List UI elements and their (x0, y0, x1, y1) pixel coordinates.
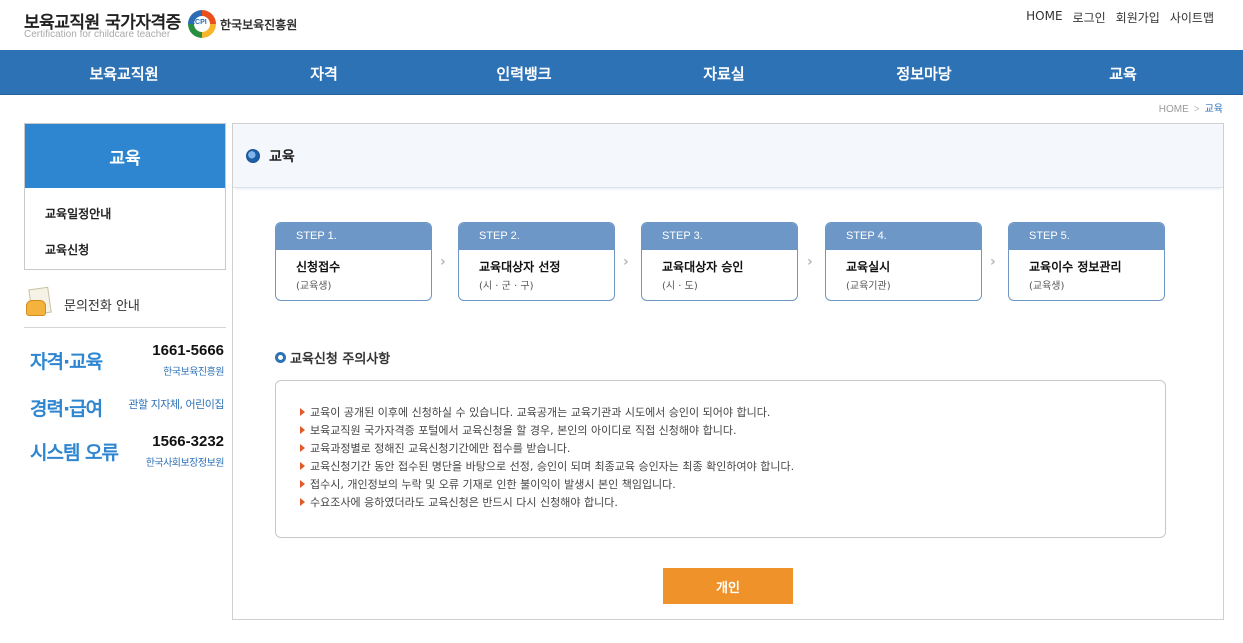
org-name: 한국보육진흥원 (220, 17, 298, 32)
notice-item: 교육신청기간 동안 접수된 명단을 바탕으로 선정, 승인이 되며 최종교육 승… (300, 457, 1165, 475)
step-card: STEP 1. 신청접수 (교육생) (275, 222, 432, 301)
util-link-login[interactable]: 로그인 (1073, 9, 1106, 26)
util-link-home[interactable]: HOME (1026, 9, 1062, 26)
step-name: 교육이수 정보관리 (1029, 260, 1122, 274)
breadcrumb-separator: > (1193, 104, 1200, 115)
contact-phone: 1566-3232 (152, 433, 224, 450)
contact-header: 문의전화 안내 (24, 286, 226, 328)
notice-text: 교육이 공개된 이후에 신청하실 수 있습니다. 교육공개는 교육기관과 시도에… (310, 406, 771, 419)
nav-item-qualification[interactable]: 자격 (310, 63, 338, 84)
notice-text: 교육과정별로 정해진 교육신청기간에만 접수를 받습니다. (310, 442, 571, 455)
contact-row-system: 시스템 오류 1566-3232 한국사회보장정보원 (30, 433, 226, 473)
contact-note: 관할 지자체, 어린이집 (128, 398, 224, 411)
step-name: 신청접수 (296, 260, 341, 274)
nav-item-info[interactable]: 정보마당 (896, 63, 951, 84)
step-actor: (교육기관) (846, 281, 891, 292)
breadcrumb-home[interactable]: HOME (1159, 104, 1189, 115)
notice-heading: 교육신청 주의사항 (275, 348, 390, 367)
notice-box: 교육이 공개된 이후에 신청하실 수 있습니다. 교육공개는 교육기관과 시도에… (275, 380, 1166, 538)
step-card: STEP 4. 교육실시 (교육기관) (825, 222, 982, 301)
main-nav: 보육교직원 자격 인력뱅크 자료실 정보마당 교육 (0, 50, 1243, 95)
process-steps: STEP 1. 신청접수 (교육생) › STEP 2. 교육대상자 선정 (시… (275, 222, 1167, 302)
notice-heading-text: 교육신청 주의사항 (290, 352, 391, 367)
notice-item: 교육과정별로 정해진 교육신청기간에만 접수를 받습니다. (300, 439, 1165, 457)
step-number: STEP 3. (642, 223, 797, 250)
kcpi-emblem-icon: KCPI (188, 10, 216, 38)
util-link-sitemap[interactable]: 사이트맵 (1170, 9, 1214, 26)
chevron-right-icon: › (990, 254, 996, 270)
step-name: 교육대상자 선정 (479, 260, 561, 274)
notice-item: 보육교직원 국가자격증 포털에서 교육신청을 할 경우, 본인의 아이디로 직접… (300, 421, 1165, 439)
contact-org: 한국사회보장정보원 (145, 458, 225, 469)
contact-row-qualification: 자격·교육 1661-5666 한국보육진흥원 (30, 342, 226, 382)
site-logo-subtitle: Certification for childcare teacher (24, 29, 171, 40)
org-emblem-text: KCPI (190, 19, 207, 26)
sidebar-item-schedule[interactable]: 교육일정안내 (25, 194, 225, 230)
triangle-bullet-icon (300, 498, 305, 506)
notice-text: 수요조사에 응하였더라도 교육신청은 반드시 다시 신청해야 합니다. (310, 496, 618, 509)
step-number: STEP 1. (276, 223, 431, 250)
notice-text: 보육교직원 국가자격증 포털에서 교육신청을 할 경우, 본인의 아이디로 직접… (310, 424, 737, 437)
triangle-bullet-icon (300, 462, 305, 470)
nav-item-talent-bank[interactable]: 인력뱅크 (496, 63, 551, 84)
bullet-icon (246, 148, 260, 163)
contact-title: 문의전화 안내 (64, 299, 140, 314)
nav-item-education[interactable]: 교육 (1109, 63, 1137, 84)
contact-row-career: 경력·급여 관할 지자체, 어린이집 (30, 389, 226, 429)
chevron-right-icon: › (807, 254, 813, 270)
contact-label: 경력·급여 (30, 398, 103, 420)
contact-label: 자격·교육 (30, 351, 103, 373)
step-card: STEP 2. 교육대상자 선정 (시 · 군 · 구) (458, 222, 615, 301)
nav-item-staff[interactable]: 보육교직원 (89, 63, 158, 84)
notice-item: 교육이 공개된 이후에 신청하실 수 있습니다. 교육공개는 교육기관과 시도에… (300, 403, 1165, 421)
breadcrumb-current[interactable]: 교육 (1205, 104, 1223, 115)
step-actor: (교육생) (1029, 281, 1065, 292)
phone-icon (24, 286, 54, 318)
step-actor: (시 · 군 · 구) (479, 281, 534, 292)
ring-bullet-icon (275, 352, 286, 363)
org-logo[interactable]: KCPI 한국보육진흥원 (188, 10, 297, 38)
sidebar-item-apply[interactable]: 교육신청 (25, 230, 225, 266)
step-number: STEP 2. (459, 223, 614, 250)
sidebar-menu: 교육 교육일정안내 교육신청 (24, 123, 226, 270)
step-actor: (시 · 도) (662, 281, 698, 292)
notice-item: 수요조사에 응하였더라도 교육신청은 반드시 다시 신청해야 합니다. (300, 493, 1165, 511)
chevron-right-icon: › (623, 254, 629, 270)
triangle-bullet-icon (300, 408, 305, 416)
step-name: 교육대상자 승인 (662, 260, 744, 274)
individual-apply-button[interactable]: 개인 (663, 568, 793, 604)
triangle-bullet-icon (300, 480, 305, 488)
notice-item: 접수시, 개인정보의 누락 및 오류 기재로 인한 불이익이 발생시 본인 책임… (300, 475, 1165, 493)
notice-text: 접수시, 개인정보의 누락 및 오류 기재로 인한 불이익이 발생시 본인 책임… (310, 478, 676, 491)
triangle-bullet-icon (300, 444, 305, 452)
main-content: 교육 STEP 1. 신청접수 (교육생) › STEP 2. 교육대상자 선정… (232, 123, 1224, 620)
content-header: 교육 (233, 124, 1223, 188)
step-actor: (교육생) (296, 281, 332, 292)
step-card: STEP 3. 교육대상자 승인 (시 · 도) (641, 222, 798, 301)
step-number: STEP 5. (1009, 223, 1164, 250)
contact-phone: 1661-5666 (152, 342, 224, 359)
step-card: STEP 5. 교육이수 정보관리 (교육생) (1008, 222, 1165, 301)
step-name: 교육실시 (846, 260, 891, 274)
page-title: 교육 (269, 148, 295, 165)
nav-item-library[interactable]: 자료실 (703, 63, 744, 84)
contact-org: 한국보육진흥원 (163, 367, 224, 378)
triangle-bullet-icon (300, 426, 305, 434)
util-link-signup[interactable]: 회원가입 (1116, 9, 1160, 26)
sidebar-title: 교육 (25, 124, 225, 188)
chevron-right-icon: › (440, 254, 446, 270)
step-number: STEP 4. (826, 223, 981, 250)
contact-label: 시스템 오류 (30, 442, 119, 464)
breadcrumb: HOME > 교육 (1159, 100, 1223, 115)
utility-nav: HOME 로그인 회원가입 사이트맵 (1026, 9, 1214, 26)
notice-text: 교육신청기간 동안 접수된 명단을 바탕으로 선정, 승인이 되며 최종교육 승… (310, 460, 795, 473)
